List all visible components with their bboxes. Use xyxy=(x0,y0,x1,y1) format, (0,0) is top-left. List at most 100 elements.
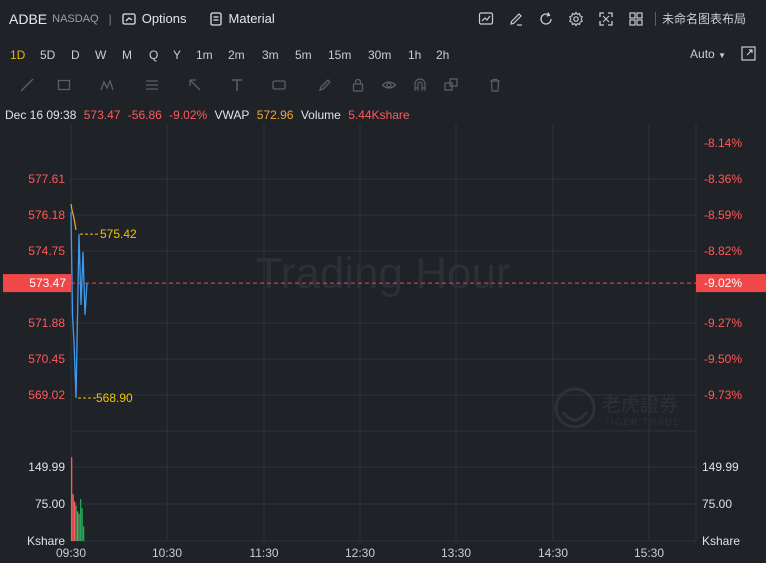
clone-icon[interactable] xyxy=(436,73,466,97)
volume-value: 5.44Kshare xyxy=(348,108,410,122)
chart-type-icon[interactable] xyxy=(471,11,501,27)
period-bar: 1D 5D D W M Q Y 1m 2m 3m 5m 15m 30m 1h 2… xyxy=(0,43,766,67)
pattern-icon[interactable] xyxy=(92,73,122,97)
axis-labels: 577.61 576.18 574.75 571.88 570.45 569.02 573.… xyxy=(3,136,766,560)
pct-axis-label: -8.36% xyxy=(704,172,742,186)
price-axis-label: 576.18 xyxy=(28,208,65,222)
layout-name[interactable]: 未命名图表布局 xyxy=(662,10,746,27)
price-chart[interactable]: Trading Hour 老虎證券 TIGER TRADE 575.42 568.… xyxy=(0,124,766,563)
rectangle-icon[interactable] xyxy=(49,73,79,97)
period-month[interactable]: M xyxy=(122,48,132,62)
scale-mode-label: Auto xyxy=(690,47,715,61)
label-tool-icon[interactable] xyxy=(264,73,294,97)
price-axis-label: 577.61 xyxy=(28,172,65,186)
toolbar-divider xyxy=(654,11,656,26)
volume-bar xyxy=(77,511,79,541)
options-icon xyxy=(122,12,136,25)
scale-mode-dropdown[interactable]: Auto ▼ xyxy=(690,47,726,61)
options-label: Options xyxy=(141,11,187,26)
symbol-label[interactable]: ADBE xyxy=(9,11,47,27)
arrow-icon[interactable] xyxy=(180,73,210,97)
trend-line-icon[interactable] xyxy=(12,73,42,97)
drawing-toolbar xyxy=(0,70,766,100)
volume-axis-label: 75.00 xyxy=(35,497,65,511)
quote-price: 573.47 xyxy=(83,108,121,122)
chevron-down-icon: ▼ xyxy=(718,51,726,60)
low-annotation-label: 568.90 xyxy=(96,391,133,405)
vwap-label: VWAP xyxy=(214,108,250,122)
edit-icon[interactable] xyxy=(501,11,531,27)
quote-change-pct: -9.02% xyxy=(169,108,208,122)
price-axis-label: 574.75 xyxy=(28,244,65,258)
period-year[interactable]: Y xyxy=(173,48,181,62)
period-quarter[interactable]: Q xyxy=(149,48,158,62)
logo-en: TIGER TRADE xyxy=(604,417,681,427)
high-annotation-label: 575.42 xyxy=(100,227,137,241)
period-2m[interactable]: 2m xyxy=(228,48,245,62)
text-tool-icon[interactable] xyxy=(222,73,252,97)
pct-axis-label: -8.82% xyxy=(704,244,742,258)
options-button[interactable]: Options xyxy=(122,11,187,26)
volume-axis-label-right: 149.99 xyxy=(702,460,739,474)
volume-bar xyxy=(78,513,80,541)
quote-info-bar: Dec 16 09:38 573.47 -56.86 -9.02% VWAP 5… xyxy=(5,108,414,122)
last-pct-label-right: -9.02% xyxy=(704,276,742,290)
vwap-value: 572.96 xyxy=(256,108,294,122)
material-button[interactable]: Material xyxy=(209,11,275,26)
refresh-icon[interactable] xyxy=(531,11,561,27)
period-3m[interactable]: 3m xyxy=(262,48,279,62)
period-5m[interactable]: 5m xyxy=(295,48,312,62)
fullscreen-icon[interactable] xyxy=(591,11,621,27)
quote-datetime: Dec 16 09:38 xyxy=(5,108,77,122)
volume-axis-label-right: 75.00 xyxy=(702,497,732,511)
settings-icon[interactable] xyxy=(561,11,591,27)
eye-icon[interactable] xyxy=(374,73,404,97)
pct-axis-label: -9.73% xyxy=(704,388,742,402)
time-axis-label: 13:30 xyxy=(441,546,471,560)
volume-bar xyxy=(72,494,74,541)
fibonacci-icon[interactable] xyxy=(137,73,167,97)
pen-icon[interactable] xyxy=(310,73,340,97)
volume-bar xyxy=(75,505,77,541)
expand-icon[interactable] xyxy=(741,46,756,61)
period-30m[interactable]: 30m xyxy=(368,48,391,62)
period-1d[interactable]: 1D xyxy=(10,48,25,62)
volume-bar xyxy=(83,526,85,541)
price-axis-label: 570.45 xyxy=(28,352,65,366)
period-5d[interactable]: 5D xyxy=(40,48,55,62)
volume-bar xyxy=(81,508,83,541)
volume-bars xyxy=(71,457,85,541)
period-1h[interactable]: 1h xyxy=(408,48,421,62)
right-toolbar: 未命名图表布局 xyxy=(471,0,766,37)
trash-icon[interactable] xyxy=(480,73,510,97)
time-axis-label: 09:30 xyxy=(56,546,86,560)
time-axis-label: 12:30 xyxy=(345,546,375,560)
exchange-label: NASDAQ xyxy=(52,12,99,25)
volume-axis-label-right: Kshare xyxy=(702,534,740,548)
time-axis-label: 11:30 xyxy=(249,546,278,560)
pct-axis-label: -9.50% xyxy=(704,352,742,366)
material-icon xyxy=(209,11,222,26)
period-15m[interactable]: 15m xyxy=(328,48,351,62)
chart-grid xyxy=(70,124,697,542)
pct-axis-label: -8.59% xyxy=(704,208,742,222)
last-price-label-left: 573.47 xyxy=(29,276,66,290)
price-line: 575.42 568.90 xyxy=(70,203,137,405)
period-1m[interactable]: 1m xyxy=(196,48,213,62)
magnet-icon[interactable] xyxy=(405,73,435,97)
volume-bar xyxy=(80,499,82,541)
pct-axis-label: -8.14% xyxy=(704,136,742,150)
volume-bar xyxy=(71,457,73,541)
layout-grid-icon[interactable] xyxy=(621,11,651,27)
price-axis-label: 571.88 xyxy=(28,316,65,330)
volume-label: Volume xyxy=(300,108,341,122)
lock-icon[interactable] xyxy=(343,73,373,97)
period-2h[interactable]: 2h xyxy=(436,48,449,62)
price-series-line xyxy=(70,211,88,399)
period-week[interactable]: W xyxy=(95,48,106,62)
period-day[interactable]: D xyxy=(71,48,80,62)
time-axis-label: 14:30 xyxy=(538,546,568,560)
quote-change: -56.86 xyxy=(127,108,162,122)
logo-cn: 老虎證券 xyxy=(602,394,678,416)
trading-hour-watermark: Trading Hour xyxy=(255,249,510,298)
